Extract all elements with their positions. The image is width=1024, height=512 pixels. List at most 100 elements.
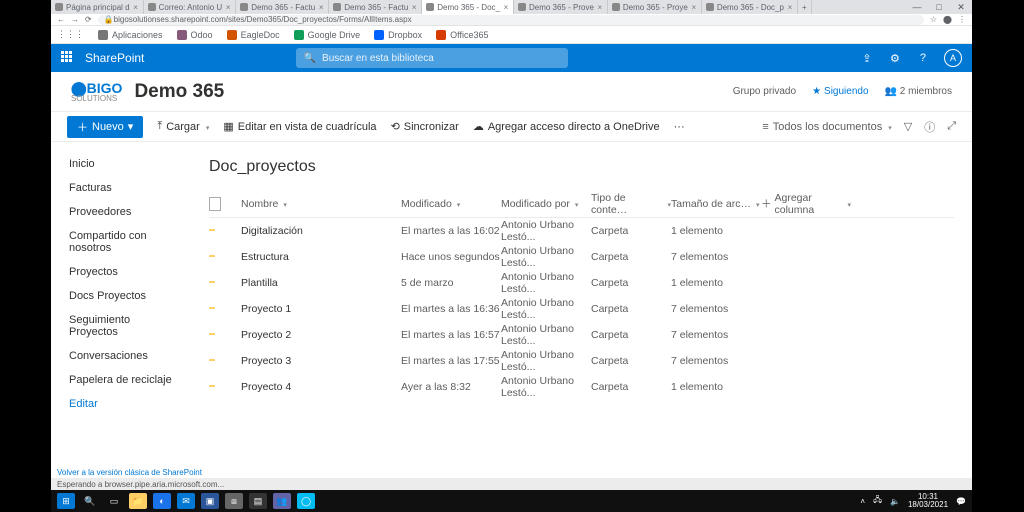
- product-name[interactable]: SharePoint: [85, 51, 144, 65]
- browser-tab[interactable]: Demo 365 - Doc_p×: [702, 0, 798, 14]
- nav-item[interactable]: Compartido con nosotros: [51, 224, 191, 260]
- nav-back-icon[interactable]: ←: [57, 15, 65, 24]
- user-avatar[interactable]: A: [944, 49, 962, 67]
- bookmark-star-icon[interactable]: ☆: [930, 15, 937, 24]
- tray-chevron-icon[interactable]: ˄: [860, 497, 865, 506]
- share-icon[interactable]: ⇪: [860, 51, 874, 65]
- browser-tab[interactable]: Demo 365 - Proye×: [608, 0, 702, 14]
- window-minimize[interactable]: —: [906, 0, 928, 14]
- members-count[interactable]: 👥 2 miembros: [885, 86, 952, 97]
- table-row[interactable]: EstructuraHace unos segundosAntonio Urba…: [209, 244, 954, 270]
- new-tab-button[interactable]: +: [798, 0, 812, 14]
- teams-icon[interactable]: 👥: [273, 493, 291, 509]
- address-bar[interactable]: 🔒 bigosolutionses.sharepoint.com/sites/D…: [98, 15, 924, 25]
- col-modified[interactable]: Modificado: [401, 198, 501, 210]
- tab-close-icon[interactable]: ×: [225, 3, 231, 12]
- search-input[interactable]: 🔍 Buscar en esta biblioteca: [296, 48, 568, 68]
- nav-reload-icon[interactable]: ⟳: [85, 15, 92, 24]
- tab-close-icon[interactable]: ×: [597, 3, 603, 12]
- window-maximize[interactable]: □: [928, 0, 950, 14]
- start-button[interactable]: ⊞: [57, 493, 75, 509]
- browser-tab[interactable]: Demo 365 - Factu×: [236, 0, 329, 14]
- table-row[interactable]: Proyecto 3El martes a las 17:55Antonio U…: [209, 348, 954, 374]
- cell-name[interactable]: Proyecto 1: [241, 303, 401, 315]
- col-content-type[interactable]: Tipo de conte…: [591, 192, 671, 216]
- file-explorer-icon[interactable]: 📁: [129, 493, 147, 509]
- cell-name[interactable]: Plantilla: [241, 277, 401, 289]
- browser-tab[interactable]: Correo: Antonio U×: [144, 0, 237, 14]
- window-close[interactable]: ✕: [950, 0, 972, 14]
- tab-close-icon[interactable]: ×: [691, 3, 697, 12]
- app-launcher-icon[interactable]: [61, 51, 75, 65]
- bookmark-item[interactable]: Odoo: [177, 30, 213, 40]
- table-row[interactable]: Proyecto 4Ayer a las 8:32Antonio Urbano …: [209, 374, 954, 400]
- nav-item[interactable]: Docs Proyectos: [51, 284, 191, 308]
- site-logo[interactable]: ⬤BIGO SOLUTIONS: [71, 81, 122, 103]
- bookmark-item[interactable]: EagleDoc: [227, 30, 280, 40]
- table-row[interactable]: DigitalizaciónEl martes a las 16:02Anton…: [209, 218, 954, 244]
- add-onedrive-button[interactable]: ☁Agregar acceso directo a OneDrive: [473, 120, 660, 133]
- bookmark-item[interactable]: Aplicaciones: [98, 30, 163, 40]
- taskbar-search-icon[interactable]: 🔍: [81, 493, 99, 509]
- nav-item[interactable]: Inicio: [51, 152, 191, 176]
- nav-item[interactable]: Conversaciones: [51, 344, 191, 368]
- fullscreen-icon[interactable]: ⤢: [947, 120, 956, 133]
- sync-button[interactable]: ⟲Sincronizar: [391, 120, 459, 133]
- follow-button[interactable]: ★ Siguiendo: [812, 86, 868, 97]
- tab-close-icon[interactable]: ×: [411, 3, 417, 12]
- taskbar-date[interactable]: 18/03/2021: [908, 501, 948, 509]
- browser-tab[interactable]: Demo 365 - Factu×: [329, 0, 422, 14]
- nav-item[interactable]: Proyectos: [51, 260, 191, 284]
- nav-item[interactable]: Proveedores: [51, 200, 191, 224]
- col-modified-by[interactable]: Modificado por: [501, 198, 591, 210]
- cell-name[interactable]: Proyecto 2: [241, 329, 401, 341]
- tab-close-icon[interactable]: ×: [503, 3, 509, 12]
- outlook-icon[interactable]: ✉: [177, 493, 195, 509]
- table-row[interactable]: Proyecto 1El martes a las 16:36Antonio U…: [209, 296, 954, 322]
- bookmark-item[interactable]: Office365: [436, 30, 488, 40]
- edit-grid-button[interactable]: ▦Editar en vista de cuadrícula: [223, 120, 376, 133]
- app-icon-2[interactable]: ⧈: [225, 493, 243, 509]
- bookmark-item[interactable]: Dropbox: [374, 30, 422, 40]
- tab-close-icon[interactable]: ×: [787, 3, 793, 12]
- nav-item[interactable]: Facturas: [51, 176, 191, 200]
- browser-tab[interactable]: Demo 365 - Doc_×: [422, 0, 514, 14]
- table-row[interactable]: Proyecto 2El martes a las 16:57Antonio U…: [209, 322, 954, 348]
- cell-name[interactable]: Proyecto 3: [241, 355, 401, 367]
- upload-button[interactable]: ⤒Cargar: [157, 120, 209, 133]
- new-button[interactable]: ＋ Nuevo ▾: [67, 116, 143, 138]
- tab-close-icon[interactable]: ×: [133, 3, 139, 12]
- overflow-icon[interactable]: ⋮: [958, 15, 966, 24]
- table-row[interactable]: Plantilla5 de marzoAntonio Urbano Lestó.…: [209, 270, 954, 296]
- cell-name[interactable]: Estructura: [241, 251, 401, 263]
- chrome-icon[interactable]: ◐: [153, 493, 171, 509]
- browser-tab[interactable]: Demo 365 - Prove×: [514, 0, 608, 14]
- col-name[interactable]: Nombre: [241, 198, 401, 210]
- more-commands-button[interactable]: ···: [674, 121, 685, 133]
- app-icon-3[interactable]: ▤: [249, 493, 267, 509]
- tray-volume-icon[interactable]: 🔈: [890, 497, 900, 506]
- app-icon-4[interactable]: ◯: [297, 493, 315, 509]
- nav-item[interactable]: Seguimiento Proyectos: [51, 308, 191, 344]
- tray-network-icon[interactable]: 🖧: [873, 494, 882, 508]
- info-icon[interactable]: ⓘ: [924, 119, 935, 135]
- add-column-button[interactable]: ＋ Agregar columna: [761, 192, 851, 216]
- nav-edit-link[interactable]: Editar: [51, 392, 191, 416]
- cell-name[interactable]: Digitalización: [241, 225, 401, 237]
- view-selector[interactable]: ≡ Todos los documentos: [762, 121, 891, 133]
- classic-sharepoint-link[interactable]: Volver a la versión clásica de SharePoin…: [57, 469, 202, 478]
- nav-item[interactable]: Papelera de reciclaje: [51, 368, 191, 392]
- browser-tab[interactable]: Página principal d×: [51, 0, 144, 14]
- site-title[interactable]: Demo 365: [134, 81, 224, 103]
- app-icon-1[interactable]: ▣: [201, 493, 219, 509]
- filter-icon[interactable]: ▽: [904, 120, 912, 133]
- tab-close-icon[interactable]: ×: [318, 3, 324, 12]
- bookmark-item[interactable]: Google Drive: [294, 30, 361, 40]
- col-size[interactable]: Tamaño de arc…: [671, 198, 761, 210]
- notifications-icon[interactable]: 💬: [956, 497, 966, 506]
- cell-name[interactable]: Proyecto 4: [241, 381, 401, 393]
- apps-shortcut[interactable]: ⋮⋮⋮: [57, 29, 84, 40]
- task-view-icon[interactable]: ▭: [105, 493, 123, 509]
- help-icon[interactable]: ?: [916, 51, 930, 65]
- nav-forward-icon[interactable]: →: [71, 15, 79, 24]
